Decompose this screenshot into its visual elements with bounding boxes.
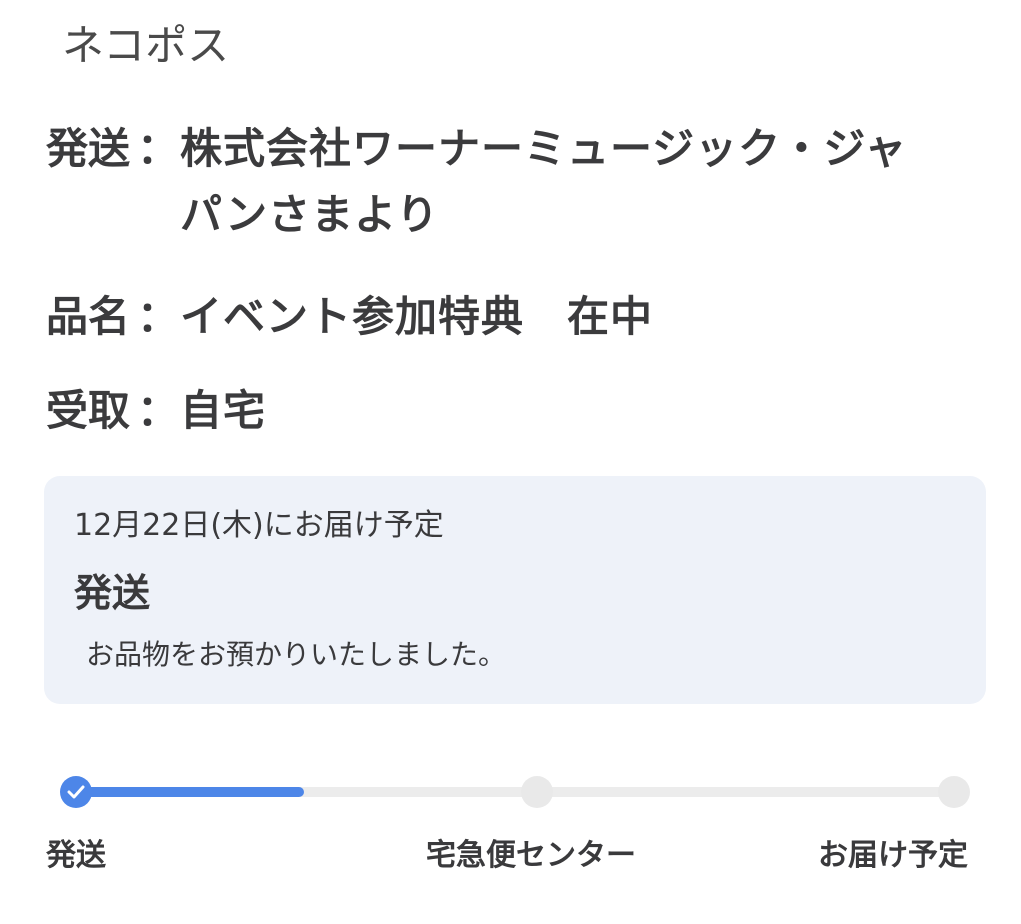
sender-value: 株式会社ワーナーミュージック・ジャパンさまより (180, 124, 908, 239)
step-dot-delivery (938, 776, 970, 808)
item-label: 品名 (46, 292, 131, 341)
status-title: 発送 (74, 571, 151, 615)
delivery-date: 12月22日(木)にお届け予定 (74, 508, 444, 543)
step-label-delivery: お届け予定 (818, 838, 968, 873)
step-dot-shipped (60, 776, 92, 808)
step-label-shipped: 発送 (46, 838, 106, 873)
service-name: ネコポス (62, 21, 230, 70)
item-row: 品名 ： イベント参加特典 在中 (46, 284, 946, 350)
check-icon (67, 785, 85, 799)
step-dot-center (521, 776, 553, 808)
sender-label: 発送 (46, 124, 131, 173)
receive-label: 受取 (46, 386, 131, 435)
status-message: お品物をお預かりいたしました。 (86, 638, 507, 671)
receive-row: 受取 ： 自宅 (46, 378, 946, 444)
status-card: 12月22日(木)にお届け予定 発送 お品物をお預かりいたしました。 (44, 476, 986, 704)
receive-colon: ： (136, 386, 179, 435)
progress-tracker: 発送 宅急便センター お届け予定 (0, 760, 1021, 890)
item-colon: ： (136, 292, 179, 341)
item-value: イベント参加特典 在中 (180, 292, 654, 341)
progress-fill (76, 787, 304, 797)
step-label-center: 宅急便センター (426, 838, 636, 873)
sender-row: 発送 ： 株式会社ワーナーミュージック・ジャパンさまより (46, 116, 946, 248)
sender-colon: ： (136, 124, 179, 173)
receive-value: 自宅 (180, 386, 267, 435)
